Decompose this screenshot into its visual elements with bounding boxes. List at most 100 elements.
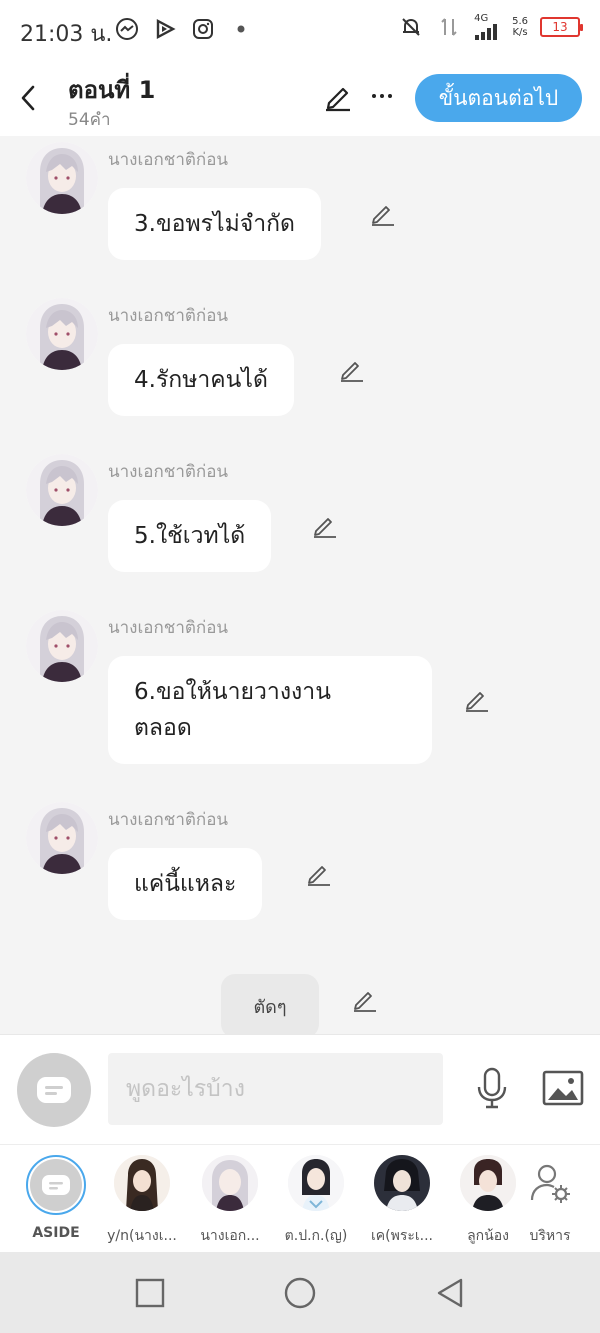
chevron-left-icon bbox=[21, 85, 35, 111]
back-button[interactable] bbox=[12, 78, 44, 118]
character-avatar-icon bbox=[114, 1155, 170, 1211]
sender-name: นางเอกชาติก่อน bbox=[108, 306, 229, 326]
recent-apps-button[interactable] bbox=[133, 1276, 167, 1310]
character-item[interactable]: y/n(นางเ... bbox=[102, 1155, 182, 1247]
message-bubble[interactable]: 6.ขอให้นายวางงาน ตลอด bbox=[108, 656, 432, 764]
message-bubble[interactable]: 3.ขอพรไม่จำกัด bbox=[108, 188, 321, 260]
avatar[interactable] bbox=[26, 610, 98, 682]
chat-bubble-icon bbox=[42, 1175, 70, 1195]
character-label: y/n(นางเ... bbox=[107, 1228, 177, 1244]
character-item[interactable]: เค(พระเ... bbox=[362, 1155, 442, 1247]
character-label: ต.ป.ก.(ญ) bbox=[284, 1228, 348, 1244]
message-bubble[interactable]: 4.รักษาคนได้ bbox=[108, 344, 294, 416]
word-count: 54คำ bbox=[68, 110, 111, 130]
play-icon bbox=[152, 16, 178, 42]
character-avatar-icon bbox=[202, 1155, 258, 1211]
pencil-icon bbox=[326, 87, 350, 112]
edit-message-button[interactable] bbox=[337, 356, 365, 384]
character-avatar-icon bbox=[288, 1155, 344, 1211]
avatar[interactable] bbox=[26, 454, 98, 526]
sender-name: นางเอกชาติก่อน bbox=[108, 150, 229, 170]
triangle-back-icon bbox=[437, 1278, 463, 1308]
chat-area[interactable]: นางเอกชาติก่อน 3.ขอพรไม่จำกัด นางเอกชาติ… bbox=[0, 136, 600, 1034]
system-nav-bar bbox=[0, 1252, 600, 1333]
more-icon-dot bbox=[380, 94, 384, 98]
character-aside[interactable]: ASIDE bbox=[16, 1155, 96, 1241]
network-type: 4G bbox=[474, 13, 489, 24]
bell-muted-icon bbox=[398, 14, 424, 40]
aside-toggle-button[interactable] bbox=[17, 1053, 91, 1127]
avatar[interactable] bbox=[26, 802, 98, 874]
avatar bbox=[114, 1155, 170, 1211]
input-bar bbox=[0, 1034, 600, 1144]
messenger-icon bbox=[114, 16, 140, 42]
chat-bubble-icon bbox=[37, 1077, 71, 1103]
character-avatar-icon bbox=[26, 802, 98, 874]
aside-avatar bbox=[26, 1155, 86, 1215]
header: ตอนที่ 1 54คำ ขั้นตอนต่อไป bbox=[0, 60, 600, 136]
edit-title-button[interactable] bbox=[322, 80, 354, 112]
avatar bbox=[288, 1155, 344, 1211]
microphone-icon bbox=[477, 1067, 507, 1109]
character-avatar-icon bbox=[26, 142, 98, 214]
more-button[interactable] bbox=[366, 80, 398, 112]
pencil-icon bbox=[466, 692, 488, 712]
avatar[interactable] bbox=[26, 298, 98, 370]
next-step-button[interactable]: ขั้นตอนต่อไป bbox=[415, 74, 582, 122]
status-bar: 21:03 น. 4G 5.6 K/s 13 bbox=[0, 0, 600, 60]
pencil-icon bbox=[308, 866, 330, 886]
avatar bbox=[374, 1155, 430, 1211]
sender-name: นางเอกชาติก่อน bbox=[108, 462, 229, 482]
more-icon-dot bbox=[388, 94, 392, 98]
battery-level: 13 bbox=[552, 20, 568, 34]
message-input[interactable] bbox=[108, 1053, 443, 1125]
message-bubble[interactable]: แค่นี้แหละ bbox=[108, 848, 263, 920]
character-avatar-icon bbox=[374, 1155, 430, 1211]
edit-message-button[interactable] bbox=[304, 860, 332, 888]
character-item[interactable]: ต.ป.ก.(ญ) bbox=[276, 1155, 356, 1247]
avatar[interactable] bbox=[26, 142, 98, 214]
square-icon bbox=[135, 1278, 165, 1308]
character-avatar-icon bbox=[460, 1155, 516, 1211]
narration-bubble[interactable]: ตัดๆ bbox=[221, 974, 319, 1034]
sender-name: นางเอกชาติก่อน bbox=[108, 618, 229, 638]
character-avatar-icon bbox=[26, 610, 98, 682]
avatar bbox=[460, 1155, 516, 1211]
instagram-icon bbox=[190, 16, 216, 42]
chapter-title: ตอนที่ 1 bbox=[68, 76, 156, 104]
back-nav-button[interactable] bbox=[433, 1276, 467, 1310]
circle-icon bbox=[284, 1277, 316, 1309]
character-label: ASIDE bbox=[32, 1225, 80, 1241]
status-system-icons: 4G 5.6 K/s 13 bbox=[398, 14, 583, 40]
sender-name: นางเอกชาติก่อน bbox=[108, 810, 229, 830]
signal-icon: 4G bbox=[474, 14, 500, 40]
edit-narration-button[interactable] bbox=[350, 986, 378, 1014]
pencil-icon bbox=[314, 518, 336, 538]
status-app-icons bbox=[114, 16, 254, 42]
edit-message-button[interactable] bbox=[368, 200, 396, 228]
manage-characters-button[interactable]: บริหาร bbox=[510, 1155, 590, 1247]
edit-message-button[interactable] bbox=[310, 512, 338, 540]
network-speed: 5.6 K/s bbox=[512, 16, 528, 38]
pencil-icon bbox=[372, 206, 394, 226]
character-item[interactable]: นางเอก... bbox=[190, 1155, 270, 1247]
character-bar: ASIDE y/n(นางเ... นางเอก... ต.ป.ก.(ญ) เค… bbox=[0, 1144, 600, 1252]
user-settings-icon bbox=[530, 1164, 570, 1203]
message-bubble[interactable]: 5.ใช้เวทได้ bbox=[108, 500, 272, 572]
status-time: 21:03 น. bbox=[20, 22, 113, 47]
character-avatar-icon bbox=[26, 454, 98, 526]
character-label: เค(พระเ... bbox=[370, 1228, 433, 1244]
character-avatar-icon bbox=[26, 298, 98, 370]
character-label: บริหาร bbox=[529, 1228, 571, 1244]
avatar bbox=[202, 1155, 258, 1211]
edit-message-button[interactable] bbox=[462, 686, 490, 714]
image-icon bbox=[542, 1070, 584, 1106]
home-button[interactable] bbox=[283, 1276, 317, 1310]
image-button[interactable] bbox=[542, 1070, 584, 1106]
data-arrows-icon bbox=[436, 14, 462, 40]
dot-icon bbox=[228, 16, 254, 42]
microphone-button[interactable] bbox=[474, 1067, 510, 1111]
more-icon-dot bbox=[372, 94, 376, 98]
pencil-icon bbox=[341, 362, 363, 382]
battery-icon: 13 bbox=[540, 17, 583, 37]
